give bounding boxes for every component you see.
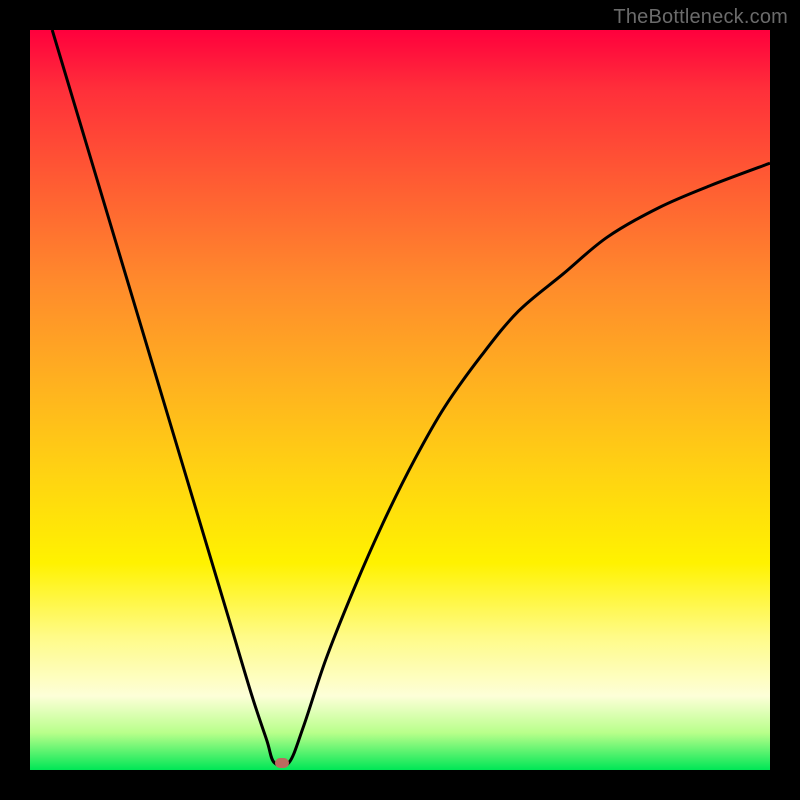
minimum-marker — [275, 758, 289, 768]
bottleneck-curve — [30, 30, 770, 770]
plot-area — [30, 30, 770, 770]
curve-path — [52, 30, 770, 766]
watermark-text: TheBottleneck.com — [613, 6, 788, 29]
chart-frame: TheBottleneck.com — [0, 0, 800, 800]
